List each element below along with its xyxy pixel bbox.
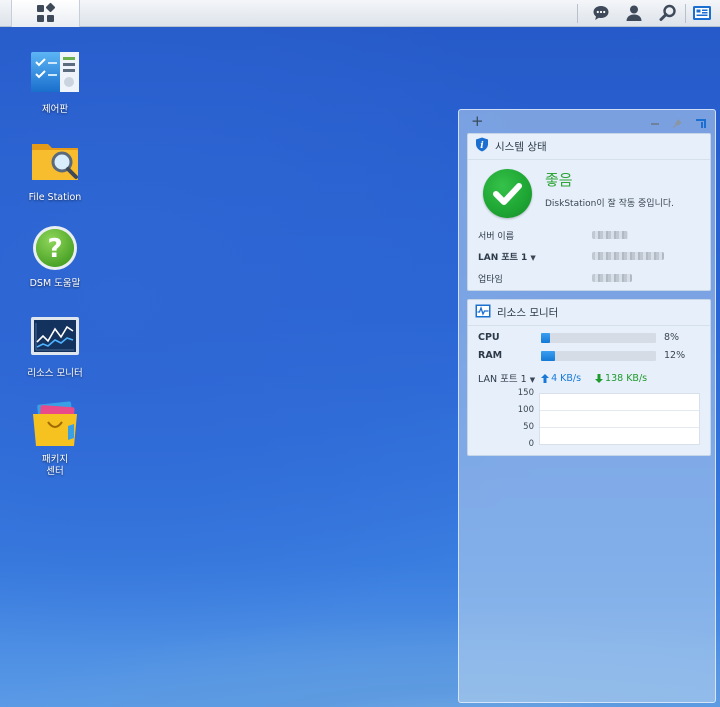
desktop-icon-package-center[interactable]: 패키지 센터 — [10, 400, 100, 478]
chart-y-tick: 0 — [528, 439, 534, 449]
status-description: DiskStation이 잘 작동 중입니다. — [545, 199, 675, 209]
pin-icon[interactable] — [672, 114, 683, 133]
search-icon[interactable] — [656, 2, 680, 24]
download-rate: 138 KB/s — [595, 373, 647, 384]
desktop-icon-label: 제어판 — [41, 104, 69, 115]
svg-text:i: i — [480, 141, 484, 151]
desktop-icon-help[interactable]: ? DSM 도움말 — [10, 224, 100, 290]
desktop-icon-control-panel[interactable]: 제어판 — [10, 50, 100, 116]
lan-port-label: LAN 포트 1 — [478, 374, 527, 385]
cpu-bar-fill — [541, 333, 551, 343]
widget-settings-icon[interactable] — [695, 114, 707, 133]
help-icon: ? — [30, 224, 80, 274]
lan-ip-value-redacted — [592, 252, 664, 260]
svg-text:?: ? — [47, 234, 62, 264]
download-rate-value: 138 KB/s — [605, 372, 648, 384]
server-name-value-redacted — [592, 231, 628, 239]
shield-info-icon: i — [475, 137, 489, 156]
download-arrow-icon — [595, 373, 604, 383]
widget-panel-toolbar: + — [459, 110, 715, 132]
taskbar-separator — [685, 4, 686, 23]
upload-arrow-icon — [541, 373, 550, 383]
desktop-icon-resource-monitor[interactable]: 리소스 모니터 — [10, 314, 100, 380]
add-widget-button[interactable]: + — [471, 112, 484, 130]
user-icon[interactable] — [622, 2, 646, 24]
resource-monitor-small-icon — [475, 303, 491, 322]
lan-port-row[interactable]: LAN 포트 1 ▼ — [478, 250, 536, 263]
uptime-value-redacted — [592, 274, 632, 282]
desktop-icon-label: File Station — [28, 192, 82, 203]
resource-monitor-widget: 리소스 모니터 CPU 8% RAM 12% LAN 포트 1 ▼ 4 KB/s … — [467, 299, 711, 456]
chevron-down-icon: ▼ — [530, 254, 536, 262]
widget-header: 리소스 모니터 — [468, 300, 710, 326]
chevron-down-icon: ▼ — [529, 376, 536, 384]
widget-panel: + i 시스템 상태 좋음 DiskStation이 잘 작동 중입니다. 서버… — [458, 109, 716, 703]
ram-bar — [541, 351, 656, 361]
desktop-icon-label: 리소스 모니터 — [27, 368, 83, 379]
upload-rate-value: 4 KB/s — [551, 372, 582, 384]
taskbar-separator — [577, 4, 578, 23]
resource-monitor-icon — [30, 314, 80, 364]
ram-value: 12% — [664, 350, 686, 361]
folder-search-icon — [30, 138, 80, 188]
uptime-label: 업타임 — [478, 275, 503, 285]
status-text: 좋음 — [545, 171, 573, 189]
chart-y-tick: 100 — [517, 405, 534, 415]
widget-title: 리소스 모니터 — [497, 307, 559, 319]
package-center-icon — [30, 400, 80, 450]
control-panel-icon — [30, 50, 80, 100]
chart-y-tick: 50 — [523, 422, 534, 432]
ram-bar-fill — [541, 351, 555, 361]
main-menu-grid-icon — [36, 2, 55, 23]
check-icon — [483, 169, 532, 218]
cpu-bar — [541, 333, 656, 343]
minimize-icon[interactable] — [650, 114, 660, 133]
cpu-value: 8% — [664, 332, 680, 343]
server-name-label: 서버 이름 — [478, 232, 514, 242]
widgets-icon[interactable] — [690, 2, 714, 24]
system-status-widget: i 시스템 상태 좋음 DiskStation이 잘 작동 중입니다. 서버 이… — [467, 133, 711, 291]
taskbar — [0, 0, 720, 27]
network-row: LAN 포트 1 ▼ 4 KB/s 138 KB/s — [478, 371, 647, 386]
widget-title: 시스템 상태 — [495, 141, 547, 153]
chat-icon[interactable] — [589, 2, 613, 24]
network-chart — [539, 393, 700, 445]
upload-rate: 4 KB/s — [541, 373, 581, 384]
desktop-icon-label: 패키지 센터 — [41, 454, 69, 477]
desktop-icon-label: DSM 도움말 — [29, 278, 81, 289]
lan-port-label: LAN 포트 1 — [478, 253, 528, 263]
lan-port-selector[interactable]: LAN 포트 1 ▼ — [478, 371, 535, 385]
desktop-icon-file-station[interactable]: File Station — [10, 138, 100, 204]
widget-header: i 시스템 상태 — [468, 134, 710, 160]
cpu-label: CPU — [478, 332, 500, 343]
chart-y-tick: 150 — [517, 388, 534, 398]
main-menu-button[interactable] — [11, 0, 80, 27]
ram-label: RAM — [478, 350, 503, 361]
